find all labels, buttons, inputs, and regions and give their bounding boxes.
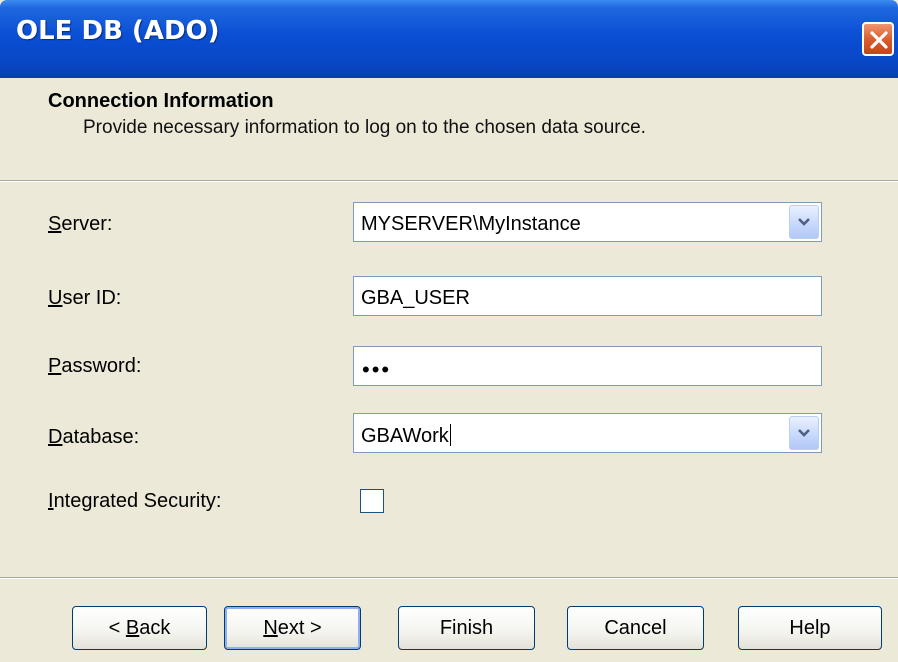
integrated-security-label: Integrated Security: (48, 490, 222, 512)
server-dropdown-button[interactable] (789, 205, 819, 239)
close-icon (870, 31, 888, 49)
password-label: Password: (48, 355, 142, 377)
dialog-window: OLE DB (ADO) Connection Information Prov… (0, 0, 898, 662)
database-dropdown-button[interactable] (789, 416, 819, 450)
user-id-label: User ID: (48, 287, 122, 309)
finish-button[interactable]: Finish (398, 606, 535, 650)
help-button[interactable]: Help (738, 606, 882, 650)
password-input[interactable]: ••• (353, 346, 822, 386)
server-label: Server: (48, 213, 113, 235)
chevron-down-icon (798, 429, 810, 437)
title-bar[interactable]: OLE DB (ADO) (0, 0, 898, 78)
chevron-down-icon (798, 218, 810, 226)
section-description: Provide necessary information to log on … (83, 117, 646, 138)
password-mask: ••• (362, 357, 392, 382)
section-title: Connection Information (48, 90, 274, 112)
server-value: MYSERVER\MyInstance (361, 213, 581, 235)
next-button[interactable]: Next > (224, 606, 361, 650)
database-value: GBAWork (361, 424, 451, 447)
window-title: OLE DB (ADO) (16, 16, 220, 46)
back-button[interactable]: < Back (72, 606, 207, 650)
user-id-value: GBA_USER (361, 287, 470, 309)
text-cursor (449, 424, 451, 446)
close-button[interactable] (862, 22, 894, 56)
database-combobox[interactable]: GBAWork (353, 413, 822, 453)
cancel-button[interactable]: Cancel (567, 606, 704, 650)
server-combobox[interactable]: MYSERVER\MyInstance (353, 202, 822, 242)
database-label: Database: (48, 426, 140, 448)
user-id-input[interactable]: GBA_USER (353, 276, 822, 316)
integrated-security-checkbox[interactable] (360, 489, 384, 513)
